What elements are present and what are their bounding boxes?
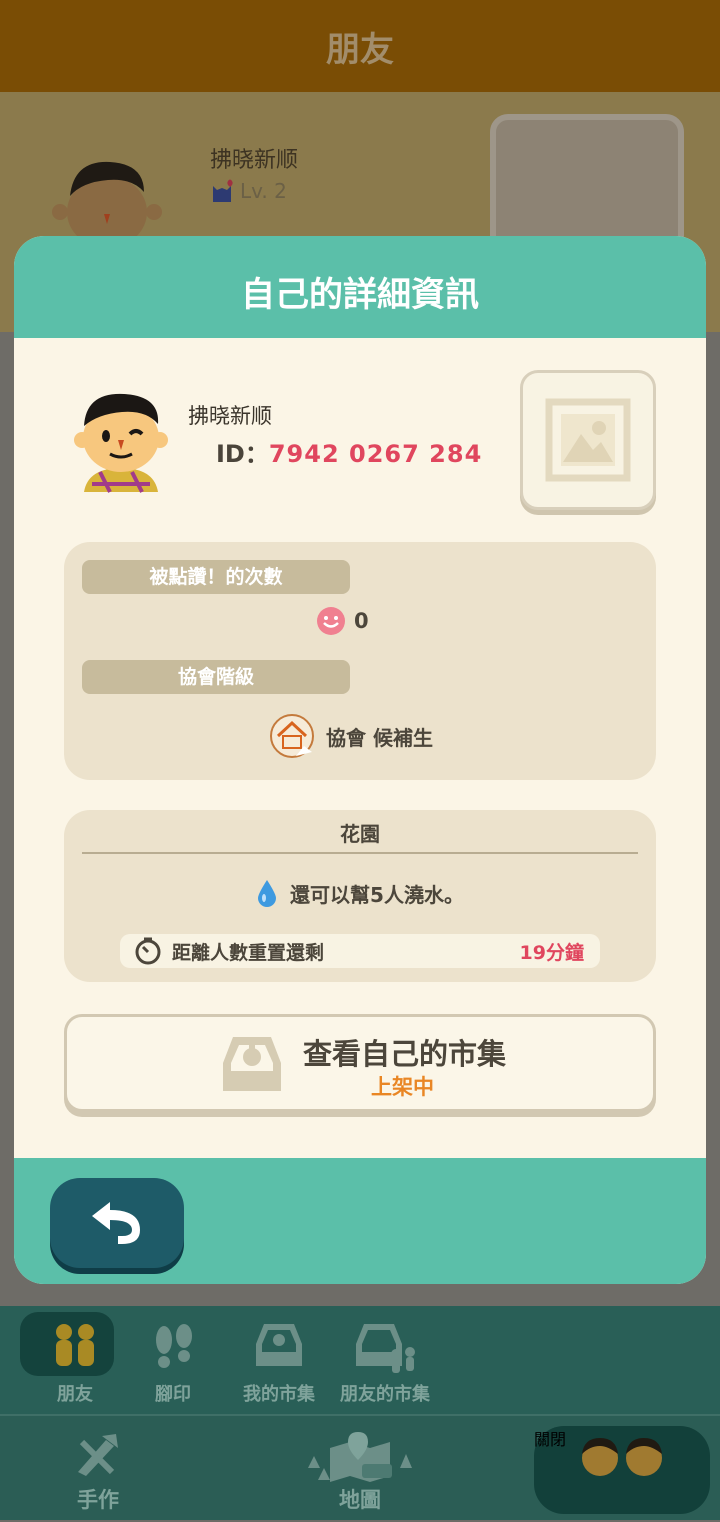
rank-value: 協會 候補生 [326, 725, 433, 750]
id-label: ID： [216, 440, 269, 468]
market-button-title: 查看自己的市集 [303, 1037, 507, 1071]
water-drop-icon [258, 880, 277, 907]
back-button[interactable] [50, 1178, 184, 1268]
nav-craft-label: 手作 [77, 1488, 119, 1512]
self-id: ID：7942 0267 284 [216, 434, 482, 469]
profile-photo-button[interactable] [520, 370, 656, 510]
market-status: 上架中 [371, 1075, 434, 1099]
tab-friends-market[interactable]: 朋友的市集 [330, 1306, 440, 1414]
page-title: 朋友 [326, 30, 394, 70]
self-details-modal: 自己的詳細資訊 拂晓新顺 ID：7942 0267 284 被點讚！的次數 0 … [14, 236, 706, 1284]
stats-card: 被點讚！的次數 0 協會階級 協會 候補生 [64, 542, 656, 780]
tab-bar: 朋友 腳印 我的市集 朋友的市集 [0, 1306, 720, 1414]
garden-card: 花園 還可以幫5人澆水。 距離人數重置還剩 19分鐘 [64, 810, 656, 982]
map-icon [308, 1432, 412, 1482]
friend-level-text: Lv. 2 [240, 179, 287, 203]
image-placeholder-icon [545, 398, 631, 482]
nav-craft[interactable]: 手作 [48, 1416, 148, 1522]
likes-count-row: 0 [316, 606, 369, 636]
association-badge-icon [270, 714, 314, 758]
self-avatar-icon [74, 393, 168, 493]
cat-heart-icon [213, 179, 233, 202]
undo-arrow-icon [92, 1202, 140, 1244]
likes-count: 0 [354, 609, 369, 633]
reset-label: 距離人數重置還剩 [172, 941, 325, 964]
rank-row: 協會 候補生 [268, 712, 433, 760]
friend-photo-frame [490, 114, 684, 254]
friends-market-icon [356, 1324, 415, 1373]
likes-section-label: 被點讚！的次數 [82, 560, 350, 594]
craft-tools-icon [78, 1434, 118, 1476]
nav-map[interactable]: 地圖 [296, 1416, 424, 1522]
view-my-market-button[interactable]: 查看自己的市集 上架中 [64, 1014, 656, 1112]
tab-friends-market-label: 朋友的市集 [340, 1384, 430, 1405]
friend-level: Lv. 2 [210, 178, 287, 204]
garden-title: 花園 [82, 818, 638, 854]
modal-footer [14, 1158, 706, 1284]
friend-avatar-icon [52, 161, 162, 242]
market-stall-icon [223, 1037, 281, 1091]
reset-timer-bar: 距離人數重置還剩 19分鐘 [120, 934, 600, 968]
water-info-row: 還可以幫5人澆水。 [64, 878, 656, 908]
reset-value: 19分鐘 [519, 941, 584, 964]
self-name: 拂晓新顺 [188, 404, 272, 428]
close-characters-icon [582, 1438, 662, 1476]
footprints-icon [156, 1324, 192, 1368]
friends-icon [56, 1324, 94, 1366]
timer-icon [135, 937, 161, 965]
bottom-nav: 手作 地圖 關閉 [0, 1414, 720, 1520]
market-icon [256, 1324, 302, 1366]
friend-name: 拂晓新顺 [210, 148, 299, 173]
smile-face-icon [317, 607, 345, 635]
rank-section-label: 協會階級 [82, 660, 350, 694]
water-text: 還可以幫5人澆水。 [290, 882, 464, 907]
nav-map-label: 地圖 [339, 1488, 381, 1512]
nav-close[interactable]: 關閉 [534, 1426, 710, 1514]
id-value: 7942 0267 284 [268, 440, 483, 468]
modal-title: 自己的詳細資訊 [14, 236, 706, 338]
